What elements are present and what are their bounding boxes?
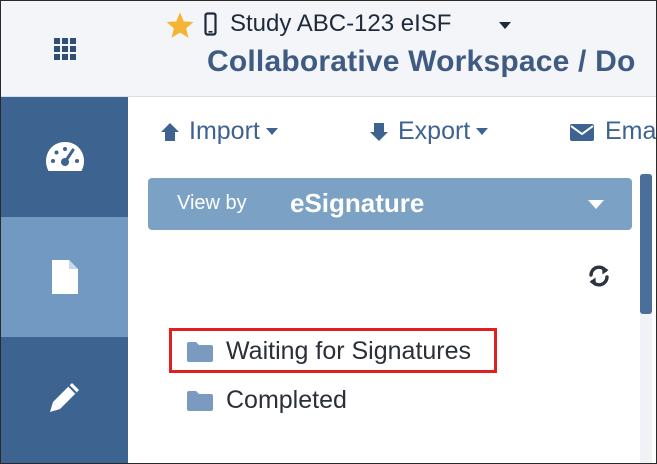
favorite-star-icon[interactable]	[165, 11, 195, 39]
scrollbar-thumb[interactable]	[640, 174, 652, 314]
main-content: Import Export Ema View by eSignature Wai…	[129, 97, 656, 463]
scrollbar[interactable]	[640, 174, 652, 463]
chevron-down-icon	[476, 127, 489, 135]
import-label: Import	[189, 117, 260, 145]
arrow-up-icon	[161, 122, 179, 141]
export-label: Export	[398, 117, 471, 145]
page-title: Collaborative Workspace / Do	[207, 45, 636, 78]
email-label: Ema	[605, 117, 657, 145]
folder-label: Completed	[226, 386, 347, 414]
dashboard-icon	[45, 142, 84, 171]
folder-icon	[187, 390, 213, 411]
app-frame: Study ABC-123 eISF Collaborative Workspa…	[0, 0, 657, 464]
sidebar-item-documents[interactable]	[1, 217, 128, 337]
sidebar	[1, 97, 128, 463]
import-button[interactable]: Import	[159, 117, 278, 146]
view-by-dropdown[interactable]: View by eSignature	[148, 178, 632, 230]
chevron-down-icon	[588, 200, 604, 209]
document-icon	[51, 260, 78, 294]
mobile-device-icon	[204, 12, 217, 36]
export-button[interactable]: Export	[368, 117, 489, 146]
refresh-icon[interactable]	[587, 264, 611, 288]
folder-completed[interactable]: Completed	[186, 386, 347, 415]
arrow-down-icon	[370, 122, 388, 141]
email-button[interactable]: Ema	[569, 117, 656, 146]
sidebar-item-dashboard[interactable]	[1, 97, 128, 217]
study-selector-label[interactable]: Study ABC-123 eISF	[230, 10, 451, 38]
grid-icon	[53, 37, 76, 60]
app-launcher-button[interactable]	[1, 1, 128, 96]
view-by-value: eSignature	[290, 188, 425, 218]
top-header: Study ABC-123 eISF Collaborative Workspa…	[1, 1, 656, 97]
envelope-icon	[570, 123, 594, 141]
chevron-down-icon[interactable]	[498, 21, 512, 30]
pencil-icon	[49, 383, 79, 412]
sidebar-item-edit[interactable]	[1, 337, 128, 457]
view-by-label: View by	[177, 192, 247, 214]
highlight-annotation	[169, 328, 497, 373]
chevron-down-icon	[265, 127, 278, 135]
